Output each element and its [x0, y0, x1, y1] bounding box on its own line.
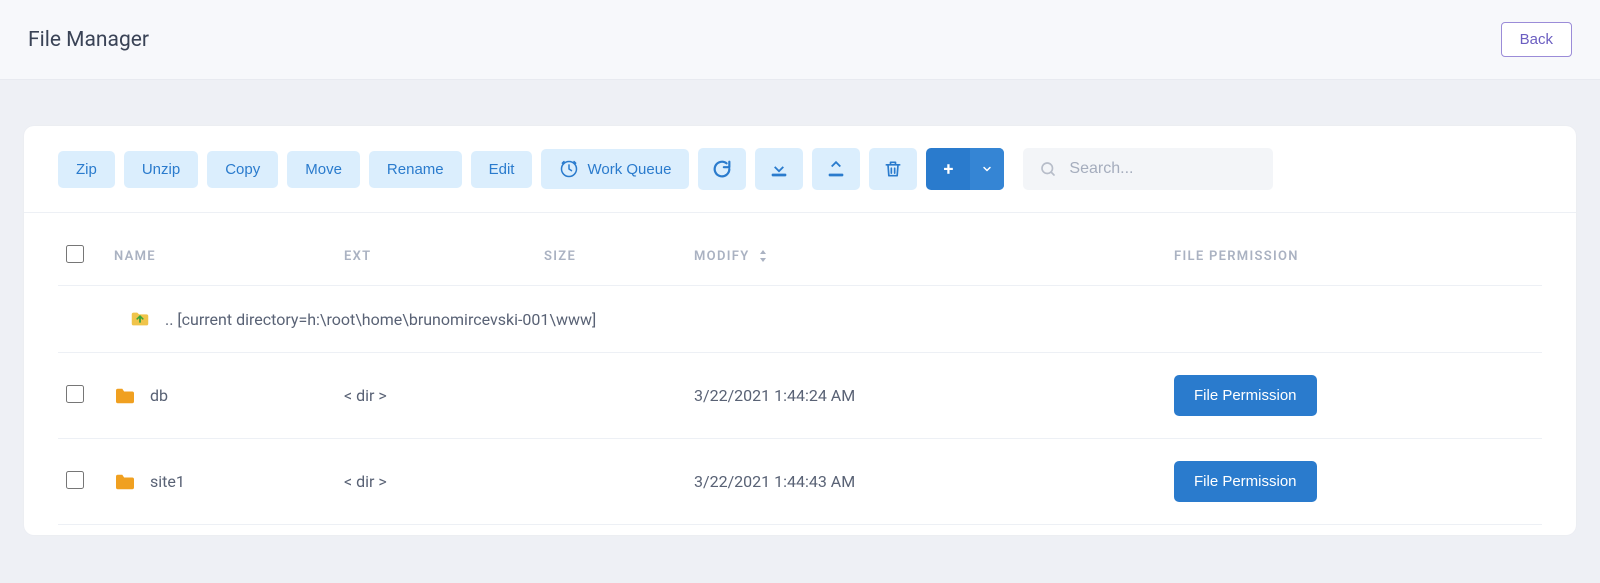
table-row: db < dir > 3/22/2021 1:44:24 AM File Per… [58, 353, 1542, 439]
file-size [536, 353, 686, 439]
chevron-down-icon[interactable] [970, 148, 1004, 190]
column-header-ext[interactable]: EXT [336, 213, 536, 286]
upload-button[interactable] [812, 148, 860, 190]
back-button[interactable]: Back [1501, 22, 1572, 57]
toolbar: Zip Unzip Copy Move Rename Edit Work Que… [24, 126, 1576, 213]
clock-icon [559, 159, 579, 179]
search-icon [1039, 160, 1057, 178]
move-button[interactable]: Move [287, 151, 360, 188]
page-title: File Manager [28, 28, 149, 52]
download-button[interactable] [755, 148, 803, 190]
file-ext: < dir > [336, 439, 536, 525]
column-header-select [58, 213, 106, 286]
refresh-icon [711, 158, 733, 180]
up-directory-label: .. [current directory=h:\root\home\bruno… [165, 310, 596, 329]
refresh-button[interactable] [698, 148, 746, 190]
add-button[interactable]: + [926, 148, 1004, 190]
column-header-name[interactable]: NAME [106, 213, 336, 286]
search-wrap [1023, 148, 1273, 190]
file-modify: 3/22/2021 1:44:43 AM [686, 439, 1166, 525]
column-header-modify[interactable]: MODIFY [686, 213, 1166, 286]
search-input[interactable] [1069, 160, 1249, 178]
work-queue-label: Work Queue [587, 161, 671, 178]
sort-icon [758, 249, 768, 264]
column-header-permission[interactable]: FILE PERMISSION [1166, 213, 1542, 286]
file-table-wrap: NAME EXT SIZE MODIFY FILE PERMISSION [24, 213, 1576, 535]
column-header-size[interactable]: SIZE [536, 213, 686, 286]
row-checkbox[interactable] [66, 385, 84, 403]
up-directory-row[interactable]: .. [current directory=h:\root\home\bruno… [58, 286, 1542, 353]
file-permission-button[interactable]: File Permission [1174, 461, 1317, 502]
row-checkbox[interactable] [66, 471, 84, 489]
file-modify: 3/22/2021 1:44:24 AM [686, 353, 1166, 439]
download-icon [768, 158, 790, 180]
folder-up-icon [129, 308, 151, 330]
file-name[interactable]: site1 [150, 472, 185, 491]
modify-header-label: MODIFY [694, 249, 749, 264]
folder-icon [114, 473, 136, 491]
upload-icon [825, 158, 847, 180]
edit-button[interactable]: Edit [471, 151, 533, 188]
page-header: File Manager Back [0, 0, 1600, 80]
main-container: Zip Unzip Copy Move Rename Edit Work Que… [0, 80, 1600, 559]
unzip-button[interactable]: Unzip [124, 151, 198, 188]
file-table: NAME EXT SIZE MODIFY FILE PERMISSION [58, 213, 1542, 525]
folder-icon [114, 387, 136, 405]
file-name[interactable]: db [150, 386, 168, 405]
table-row: site1 < dir > 3/22/2021 1:44:43 AM File … [58, 439, 1542, 525]
file-size [536, 439, 686, 525]
zip-button[interactable]: Zip [58, 151, 115, 188]
delete-button[interactable] [869, 148, 917, 190]
work-queue-button[interactable]: Work Queue [541, 149, 689, 189]
trash-icon [883, 158, 903, 180]
file-ext: < dir > [336, 353, 536, 439]
copy-button[interactable]: Copy [207, 151, 278, 188]
plus-icon: + [926, 148, 970, 190]
file-manager-card: Zip Unzip Copy Move Rename Edit Work Que… [24, 126, 1576, 535]
rename-button[interactable]: Rename [369, 151, 462, 188]
select-all-checkbox[interactable] [66, 245, 84, 263]
file-permission-button[interactable]: File Permission [1174, 375, 1317, 416]
